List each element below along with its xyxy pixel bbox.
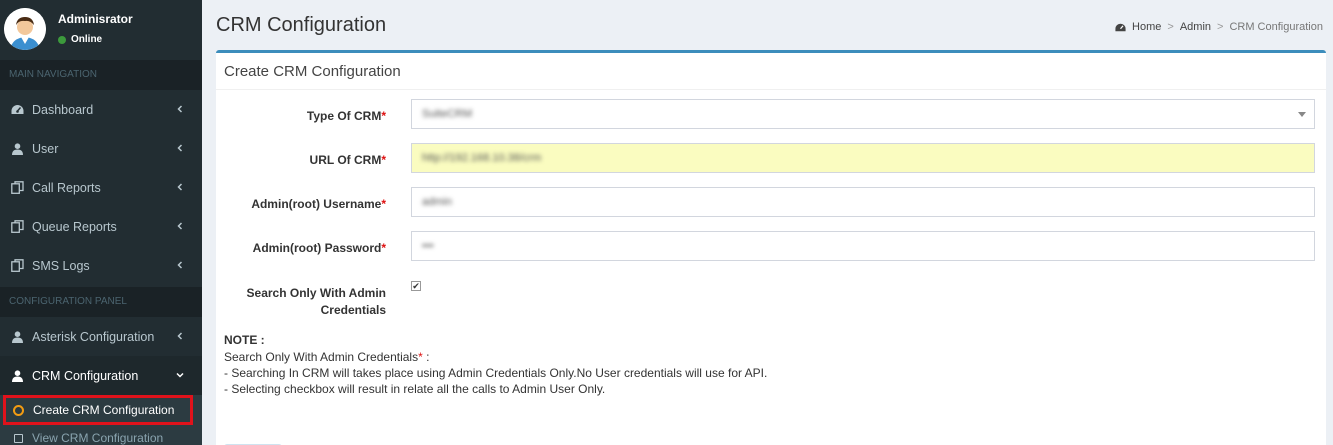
required-mark: * <box>381 197 386 211</box>
sidebar-item-label: SMS Logs <box>32 258 90 273</box>
chevron-left-icon <box>177 222 183 230</box>
dashboard-icon <box>1115 23 1126 31</box>
breadcrumb-separator: > <box>1217 21 1224 33</box>
dashboard-icon <box>10 103 24 117</box>
input-value: http://192.168.10.38/crm <box>422 152 542 164</box>
user-icon <box>10 369 24 383</box>
type-of-crm-label: Type Of CRM* <box>307 109 386 123</box>
search-only-checkbox[interactable]: ✔ <box>411 281 421 291</box>
admin-username-input[interactable]: admin <box>411 187 1315 217</box>
chevron-left-icon <box>177 105 183 113</box>
required-mark: * <box>381 241 386 255</box>
user-status: Online <box>58 34 102 45</box>
chevron-left-icon <box>177 332 183 340</box>
sidebar: Adminisrator Online MAIN NAVIGATION Dash… <box>0 0 202 445</box>
input-value: admin <box>422 196 452 208</box>
sidebar-item-label: Call Reports <box>32 180 101 195</box>
url-of-crm-input[interactable]: http://192.168.10.38/crm <box>411 143 1315 173</box>
note-line: Search Only With Admin Credentials* : <box>224 350 429 364</box>
online-dot-icon <box>58 35 66 44</box>
box-title: Create CRM Configuration <box>224 63 401 80</box>
note-line: - Searching In CRM will takes place usin… <box>224 366 768 380</box>
label-line: Search Only With Admin <box>246 286 386 300</box>
crm-submenu: Create CRM Configuration View CRM Config… <box>0 395 202 445</box>
copy-icon <box>10 181 24 195</box>
label-text: URL Of CRM <box>309 153 382 167</box>
note-text: Search Only With Admin Credentials <box>224 350 419 364</box>
note-text: : <box>422 350 430 364</box>
sidebar-subitem-create-crm-configuration[interactable]: Create CRM Configuration <box>3 395 193 425</box>
sidebar-item-queue-reports[interactable]: Queue Reports <box>0 207 202 246</box>
sidebar-item-asterisk-configuration[interactable]: Asterisk Configuration <box>0 317 202 356</box>
subitem-label: View CRM Configuration <box>32 431 164 445</box>
admin-password-input[interactable]: ••• <box>411 231 1315 261</box>
breadcrumb: Home > Admin > CRM Configuration <box>1115 21 1323 33</box>
caret-down-icon <box>1298 112 1306 117</box>
circle-icon <box>13 404 24 416</box>
select-value: SuiteCRM <box>422 108 473 120</box>
main-content: CRM Configuration Home > Admin > CRM Con… <box>202 0 1333 445</box>
label-line: Credentials <box>320 303 386 317</box>
chevron-left-icon <box>177 144 183 152</box>
breadcrumb-home[interactable]: Home <box>1132 21 1161 33</box>
user-icon <box>10 142 24 156</box>
breadcrumb-admin[interactable]: Admin <box>1180 21 1211 33</box>
sidebar-item-label: Queue Reports <box>32 219 117 234</box>
sidebar-item-call-reports[interactable]: Call Reports <box>0 168 202 207</box>
required-mark: * <box>381 153 386 167</box>
divider <box>216 89 1326 90</box>
form-box: Create CRM Configuration Type Of CRM* Su… <box>216 50 1326 445</box>
square-icon <box>14 433 23 443</box>
chevron-left-icon <box>177 261 183 269</box>
breadcrumb-current: CRM Configuration <box>1229 21 1323 33</box>
label-text: Admin(root) Username <box>251 197 382 211</box>
page-title: CRM Configuration <box>216 14 387 36</box>
avatar <box>4 8 46 50</box>
sidebar-item-label: Asterisk Configuration <box>32 329 155 344</box>
label-text: Admin(root) Password <box>252 241 382 255</box>
note-title: NOTE : <box>224 333 265 347</box>
sidebar-item-dashboard[interactable]: Dashboard <box>0 90 202 129</box>
breadcrumb-separator: > <box>1167 21 1174 33</box>
user-name: Adminisrator <box>58 12 133 26</box>
user-icon <box>10 330 24 344</box>
type-of-crm-select[interactable]: SuiteCRM <box>411 99 1315 129</box>
search-only-label: Search Only With Admin Credentials <box>247 285 386 319</box>
sidebar-subitem-view-crm-configuration[interactable]: View CRM Configuration <box>0 425 202 445</box>
sidebar-item-crm-configuration[interactable]: CRM Configuration <box>0 356 202 395</box>
sidebar-item-user[interactable]: User <box>0 129 202 168</box>
sidebar-item-label: User <box>32 141 59 156</box>
chevron-left-icon <box>177 183 183 191</box>
sidebar-item-label: CRM Configuration <box>32 368 139 383</box>
main-navigation-header: MAIN NAVIGATION <box>0 60 202 90</box>
url-of-crm-label: URL Of CRM* <box>310 153 386 167</box>
admin-username-label: Admin(root) Username* <box>251 197 386 211</box>
note-line: - Selecting checkbox will result in rela… <box>224 382 606 396</box>
sidebar-item-sms-logs[interactable]: SMS Logs <box>0 246 202 285</box>
status-label: Online <box>71 34 103 45</box>
required-mark: * <box>381 109 386 123</box>
configuration-panel-header: CONFIGURATION PANEL <box>0 287 202 317</box>
user-panel: Adminisrator Online <box>0 0 202 60</box>
admin-password-label: Admin(root) Password* <box>253 241 386 255</box>
subitem-label: Create CRM Configuration <box>33 403 175 417</box>
sidebar-item-label: Dashboard <box>32 102 94 117</box>
copy-icon <box>10 259 24 273</box>
input-value: ••• <box>422 240 434 252</box>
copy-icon <box>10 220 24 234</box>
chevron-down-icon <box>176 372 184 378</box>
label-text: Type Of CRM <box>306 109 382 123</box>
